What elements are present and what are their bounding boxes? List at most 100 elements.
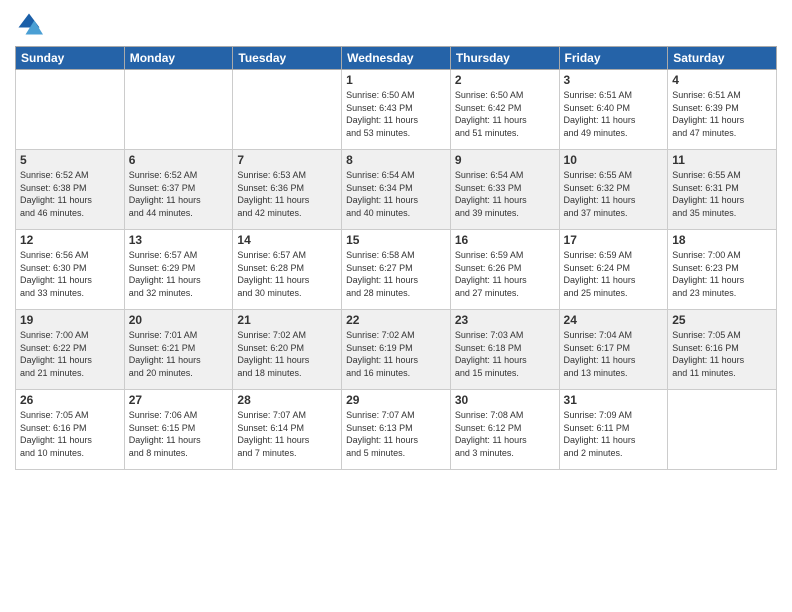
day-info: Sunrise: 6:57 AM Sunset: 6:28 PM Dayligh… (237, 249, 337, 299)
calendar-cell (233, 70, 342, 150)
day-number: 29 (346, 393, 446, 407)
day-info: Sunrise: 7:01 AM Sunset: 6:21 PM Dayligh… (129, 329, 229, 379)
day-info: Sunrise: 6:50 AM Sunset: 6:42 PM Dayligh… (455, 89, 555, 139)
calendar-cell: 31 Sunrise: 7:09 AM Sunset: 6:11 PM Dayli… (559, 390, 668, 470)
day-info: Sunrise: 7:08 AM Sunset: 6:12 PM Dayligh… (455, 409, 555, 459)
calendar-header-wednesday: Wednesday (342, 47, 451, 70)
calendar-cell: 28Sunrise: 7:07 AM Sunset: 6:14 PM Dayli… (233, 390, 342, 470)
calendar-cell: 29 Sunrise: 7:07 AM Sunset: 6:13 PM Dayli… (342, 390, 451, 470)
day-number: 11 (672, 153, 772, 167)
day-number: 22 (346, 313, 446, 327)
calendar-cell: 7 Sunrise: 6:53 AM Sunset: 6:36 PM Daylig… (233, 150, 342, 230)
calendar-cell (16, 70, 125, 150)
day-number: 26 (20, 393, 120, 407)
day-info: Sunrise: 6:54 AM Sunset: 6:33 PM Dayligh… (455, 169, 555, 219)
calendar-cell: 4Sunrise: 6:51 AM Sunset: 6:39 PM Daylig… (668, 70, 777, 150)
day-number: 8 (346, 153, 446, 167)
day-number: 30 (455, 393, 555, 407)
day-info: Sunrise: 6:58 AM Sunset: 6:27 PM Dayligh… (346, 249, 446, 299)
calendar: SundayMondayTuesdayWednesdayThursdayFrid… (15, 46, 777, 470)
day-number: 14 (237, 233, 337, 247)
calendar-week-1: 1 Sunrise: 6:50 AM Sunset: 6:43 PM Daylig… (16, 70, 777, 150)
calendar-cell: 15Sunrise: 6:58 AM Sunset: 6:27 PM Dayli… (342, 230, 451, 310)
day-number: 31 (564, 393, 664, 407)
day-info: Sunrise: 7:07 AM Sunset: 6:14 PM Dayligh… (237, 409, 337, 459)
calendar-week-4: 19 Sunrise: 7:00 AM Sunset: 6:22 PM Dayli… (16, 310, 777, 390)
logo (15, 10, 47, 38)
day-info: Sunrise: 7:00 AM Sunset: 6:22 PM Dayligh… (20, 329, 120, 379)
calendar-cell: 1 Sunrise: 6:50 AM Sunset: 6:43 PM Daylig… (342, 70, 451, 150)
calendar-cell: 14 Sunrise: 6:57 AM Sunset: 6:28 PM Dayli… (233, 230, 342, 310)
day-number: 3 (564, 73, 664, 87)
calendar-week-2: 5 Sunrise: 6:52 AM Sunset: 6:38 PM Daylig… (16, 150, 777, 230)
day-info: Sunrise: 7:03 AM Sunset: 6:18 PM Dayligh… (455, 329, 555, 379)
day-number: 2 (455, 73, 555, 87)
day-info: Sunrise: 7:09 AM Sunset: 6:11 PM Dayligh… (564, 409, 664, 459)
day-number: 18 (672, 233, 772, 247)
day-info: Sunrise: 6:51 AM Sunset: 6:39 PM Dayligh… (672, 89, 772, 139)
calendar-cell: 12Sunrise: 6:56 AM Sunset: 6:30 PM Dayli… (16, 230, 125, 310)
day-number: 20 (129, 313, 229, 327)
logo-icon (15, 10, 43, 38)
calendar-cell (668, 390, 777, 470)
calendar-cell: 23 Sunrise: 7:03 AM Sunset: 6:18 PM Dayli… (450, 310, 559, 390)
day-number: 27 (129, 393, 229, 407)
calendar-header-monday: Monday (124, 47, 233, 70)
day-info: Sunrise: 6:59 AM Sunset: 6:26 PM Dayligh… (455, 249, 555, 299)
calendar-header-row: SundayMondayTuesdayWednesdayThursdayFrid… (16, 47, 777, 70)
calendar-cell: 18 Sunrise: 7:00 AM Sunset: 6:23 PM Dayli… (668, 230, 777, 310)
day-info: Sunrise: 6:55 AM Sunset: 6:32 PM Dayligh… (564, 169, 664, 219)
day-number: 24 (564, 313, 664, 327)
calendar-cell: 8Sunrise: 6:54 AM Sunset: 6:34 PM Daylig… (342, 150, 451, 230)
calendar-cell: 20 Sunrise: 7:01 AM Sunset: 6:21 PM Dayli… (124, 310, 233, 390)
calendar-cell (124, 70, 233, 150)
day-info: Sunrise: 7:02 AM Sunset: 6:20 PM Dayligh… (237, 329, 337, 379)
day-info: Sunrise: 6:57 AM Sunset: 6:29 PM Dayligh… (129, 249, 229, 299)
day-number: 23 (455, 313, 555, 327)
day-number: 9 (455, 153, 555, 167)
calendar-cell: 25Sunrise: 7:05 AM Sunset: 6:16 PM Dayli… (668, 310, 777, 390)
day-info: Sunrise: 6:55 AM Sunset: 6:31 PM Dayligh… (672, 169, 772, 219)
calendar-week-3: 12Sunrise: 6:56 AM Sunset: 6:30 PM Dayli… (16, 230, 777, 310)
day-info: Sunrise: 6:56 AM Sunset: 6:30 PM Dayligh… (20, 249, 120, 299)
calendar-cell: 11 Sunrise: 6:55 AM Sunset: 6:31 PM Dayli… (668, 150, 777, 230)
day-number: 10 (564, 153, 664, 167)
day-info: Sunrise: 6:59 AM Sunset: 6:24 PM Dayligh… (564, 249, 664, 299)
day-info: Sunrise: 7:07 AM Sunset: 6:13 PM Dayligh… (346, 409, 446, 459)
calendar-cell: 24Sunrise: 7:04 AM Sunset: 6:17 PM Dayli… (559, 310, 668, 390)
calendar-cell: 5 Sunrise: 6:52 AM Sunset: 6:38 PM Daylig… (16, 150, 125, 230)
calendar-cell: 26Sunrise: 7:05 AM Sunset: 6:16 PM Dayli… (16, 390, 125, 470)
header (15, 10, 777, 38)
calendar-cell: 22Sunrise: 7:02 AM Sunset: 6:19 PM Dayli… (342, 310, 451, 390)
day-number: 6 (129, 153, 229, 167)
day-info: Sunrise: 6:51 AM Sunset: 6:40 PM Dayligh… (564, 89, 664, 139)
calendar-cell: 19 Sunrise: 7:00 AM Sunset: 6:22 PM Dayli… (16, 310, 125, 390)
page: SundayMondayTuesdayWednesdayThursdayFrid… (0, 0, 792, 612)
day-number: 7 (237, 153, 337, 167)
day-number: 19 (20, 313, 120, 327)
calendar-cell: 2 Sunrise: 6:50 AM Sunset: 6:42 PM Daylig… (450, 70, 559, 150)
calendar-cell: 10 Sunrise: 6:55 AM Sunset: 6:32 PM Dayli… (559, 150, 668, 230)
day-info: Sunrise: 6:50 AM Sunset: 6:43 PM Dayligh… (346, 89, 446, 139)
calendar-header-saturday: Saturday (668, 47, 777, 70)
day-number: 1 (346, 73, 446, 87)
calendar-cell: 13Sunrise: 6:57 AM Sunset: 6:29 PM Dayli… (124, 230, 233, 310)
calendar-cell: 30 Sunrise: 7:08 AM Sunset: 6:12 PM Dayli… (450, 390, 559, 470)
calendar-week-5: 26Sunrise: 7:05 AM Sunset: 6:16 PM Dayli… (16, 390, 777, 470)
day-info: Sunrise: 6:52 AM Sunset: 6:37 PM Dayligh… (129, 169, 229, 219)
calendar-cell: 3 Sunrise: 6:51 AM Sunset: 6:40 PM Daylig… (559, 70, 668, 150)
calendar-header-friday: Friday (559, 47, 668, 70)
day-number: 21 (237, 313, 337, 327)
day-number: 25 (672, 313, 772, 327)
day-number: 5 (20, 153, 120, 167)
calendar-cell: 21 Sunrise: 7:02 AM Sunset: 6:20 PM Dayli… (233, 310, 342, 390)
calendar-cell: 27Sunrise: 7:06 AM Sunset: 6:15 PM Dayli… (124, 390, 233, 470)
calendar-cell: 6 Sunrise: 6:52 AM Sunset: 6:37 PM Daylig… (124, 150, 233, 230)
calendar-cell: 17Sunrise: 6:59 AM Sunset: 6:24 PM Dayli… (559, 230, 668, 310)
calendar-cell: 16Sunrise: 6:59 AM Sunset: 6:26 PM Dayli… (450, 230, 559, 310)
day-info: Sunrise: 6:52 AM Sunset: 6:38 PM Dayligh… (20, 169, 120, 219)
calendar-header-tuesday: Tuesday (233, 47, 342, 70)
calendar-header-thursday: Thursday (450, 47, 559, 70)
day-info: Sunrise: 6:53 AM Sunset: 6:36 PM Dayligh… (237, 169, 337, 219)
day-info: Sunrise: 7:00 AM Sunset: 6:23 PM Dayligh… (672, 249, 772, 299)
